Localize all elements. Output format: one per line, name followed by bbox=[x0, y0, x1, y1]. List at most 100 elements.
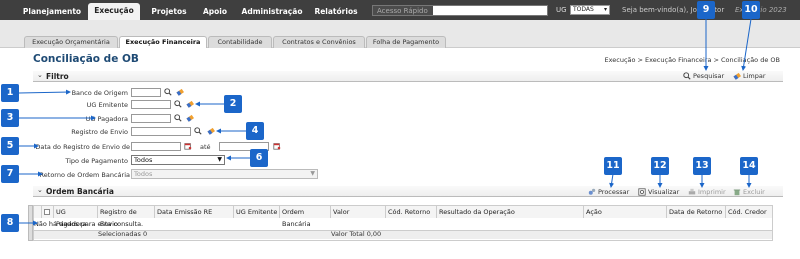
valor-total-cell: Valor Total 0,00 bbox=[331, 230, 391, 239]
filter-section-header[interactable]: ⌄ Filtro bbox=[33, 71, 783, 82]
quick-access-label: Acesso Rápido bbox=[377, 7, 428, 15]
col-data-emissao-re[interactable]: Data Emissão RE bbox=[155, 206, 234, 218]
eraser-icon[interactable] bbox=[176, 88, 184, 96]
callout-2: 2 bbox=[224, 95, 242, 113]
callout-4: 4 bbox=[246, 122, 264, 140]
grid-select-all-cell bbox=[34, 206, 42, 218]
trash-icon bbox=[733, 189, 741, 196]
search-icon[interactable] bbox=[164, 88, 172, 96]
retorno-ob-select[interactable]: Todos ▼ bbox=[131, 169, 318, 179]
col-ordem-bancaria[interactable]: Ordem Bancária bbox=[280, 206, 331, 228]
search-icon bbox=[683, 72, 691, 80]
callout-3: 3 bbox=[1, 109, 19, 127]
ug-pagadora-label: UG Pagadora bbox=[85, 115, 128, 123]
callout-8: 8 bbox=[1, 214, 19, 232]
ug-pagadora-input[interactable] bbox=[131, 114, 171, 123]
eraser-icon bbox=[733, 72, 741, 80]
sub-nav: Execução Orçamentária Execução Financeir… bbox=[0, 20, 800, 48]
eraser-icon[interactable] bbox=[186, 114, 194, 122]
selecionadas-cell: Selecionadas 0 bbox=[98, 230, 148, 239]
callout-6: 6 bbox=[250, 149, 268, 167]
selecionadas-value: 0 bbox=[142, 230, 148, 238]
select-all-checkbox[interactable] bbox=[44, 209, 50, 215]
chevron-down-icon: ▼ bbox=[310, 170, 315, 177]
callout-1: 1 bbox=[1, 84, 19, 102]
col-data-retorno[interactable]: Data de Retorno bbox=[667, 206, 726, 218]
ug-select-value: TODAS bbox=[573, 6, 594, 13]
quick-access-input[interactable] bbox=[433, 6, 547, 15]
tab-execucao-financeira[interactable]: Execução Financeira bbox=[119, 36, 207, 48]
processar-button[interactable]: Processar bbox=[588, 188, 629, 196]
data-registro-label: Data do Registro de Envio de bbox=[35, 143, 130, 151]
registro-envio-label: Registro de Envio bbox=[71, 128, 128, 136]
tab-execucao-orcamentaria[interactable]: Execução Orçamentária bbox=[24, 36, 118, 48]
tab-folha-pagamento[interactable]: Folha de Pagamento bbox=[366, 36, 446, 48]
col-registro-envio[interactable]: Registro de Envio bbox=[98, 206, 155, 228]
registro-envio-input[interactable] bbox=[131, 127, 191, 136]
chevron-down-icon: ▾ bbox=[603, 6, 607, 13]
ug-emitente-input[interactable] bbox=[131, 100, 171, 109]
data-registro-from-input[interactable] bbox=[131, 142, 181, 151]
search-icon[interactable] bbox=[174, 114, 182, 122]
visualizar-button[interactable]: Visualizar bbox=[638, 188, 679, 196]
clear-button[interactable]: Limpar bbox=[733, 72, 766, 80]
top-nav: Planejamento Execução Projetos Apoio Adm… bbox=[0, 0, 800, 20]
menu-tab-execucao[interactable]: Execução bbox=[88, 3, 140, 20]
ug-label: UG bbox=[556, 6, 567, 14]
valor-total-label: Valor Total bbox=[331, 230, 365, 238]
chevron-down-icon: ▼ bbox=[217, 156, 222, 163]
chevron-down-icon: ⌄ bbox=[37, 71, 43, 79]
printer-icon bbox=[688, 188, 696, 195]
chevron-down-icon: ⌄ bbox=[37, 186, 43, 194]
callout-9: 9 bbox=[697, 1, 715, 19]
ug-select[interactable]: TODAS ▾ bbox=[570, 5, 610, 15]
valor-total-value: 0,00 bbox=[366, 230, 382, 238]
callout-14: 14 bbox=[740, 157, 758, 175]
tab-contratos-convenios[interactable]: Contratos e Convênios bbox=[273, 36, 365, 48]
excluir-button[interactable]: Excluir bbox=[733, 188, 765, 196]
search-button-label: Pesquisar bbox=[693, 72, 725, 80]
calendar-icon[interactable] bbox=[273, 142, 281, 150]
menu-tab-administracao[interactable]: Administração bbox=[240, 4, 304, 20]
menu-tab-projetos[interactable]: Projetos bbox=[148, 4, 190, 20]
tipo-pagamento-select[interactable]: Todos ▼ bbox=[131, 155, 225, 165]
selecionadas-label: Selecionadas bbox=[98, 230, 141, 238]
quick-access: Acesso Rápido bbox=[372, 5, 548, 16]
menu-tab-planejamento[interactable]: Planejamento bbox=[22, 4, 82, 20]
menu-tab-relatorios[interactable]: Relatórios bbox=[312, 4, 360, 20]
callout-11: 11 bbox=[604, 157, 622, 175]
search-icon[interactable] bbox=[194, 127, 202, 135]
breadcrumb: Execução > Execução Financeira > Concili… bbox=[604, 56, 781, 64]
col-cod-retorno[interactable]: Cód. Retorno bbox=[386, 206, 437, 218]
col-ug-emitente[interactable]: UG Emitente bbox=[234, 206, 280, 218]
retorno-ob-value: Todos bbox=[134, 170, 153, 178]
filter-section-title: Filtro bbox=[46, 72, 69, 81]
col-valor[interactable]: Valor bbox=[331, 206, 386, 218]
callout-12: 12 bbox=[651, 157, 669, 175]
imprimir-label: Imprimir bbox=[698, 188, 726, 196]
col-ug-pagadora[interactable]: UG Pagadora bbox=[54, 206, 98, 228]
clear-button-label: Limpar bbox=[743, 72, 766, 80]
search-icon[interactable] bbox=[174, 100, 182, 108]
banco-origem-input[interactable] bbox=[131, 88, 161, 97]
ordem-section-title: Ordem Bancária bbox=[46, 187, 114, 196]
callout-10: 10 bbox=[742, 1, 760, 19]
col-resultado-operacao[interactable]: Resultado da Operação bbox=[437, 206, 584, 218]
callout-5: 5 bbox=[1, 137, 19, 155]
visualizar-label: Visualizar bbox=[648, 188, 680, 196]
eraser-icon[interactable] bbox=[207, 127, 215, 135]
callout-13: 13 bbox=[693, 157, 711, 175]
eraser-icon[interactable] bbox=[186, 100, 194, 108]
grid-empty-message: Não há dados para esta consulta. bbox=[34, 220, 144, 228]
col-acao[interactable]: Ação bbox=[584, 206, 667, 218]
gears-icon bbox=[588, 188, 596, 195]
col-cod-credor[interactable]: Cód. Credor bbox=[726, 206, 772, 218]
search-button[interactable]: Pesquisar bbox=[683, 72, 724, 80]
processar-label: Processar bbox=[598, 188, 630, 196]
view-icon bbox=[638, 188, 646, 196]
tab-contabilidade[interactable]: Contabilidade bbox=[208, 36, 272, 48]
calendar-icon[interactable] bbox=[184, 142, 192, 150]
grid-checkbox-header[interactable] bbox=[42, 206, 54, 218]
imprimir-button[interactable]: Imprimir bbox=[688, 188, 726, 196]
menu-tab-apoio[interactable]: Apoio bbox=[198, 4, 232, 20]
